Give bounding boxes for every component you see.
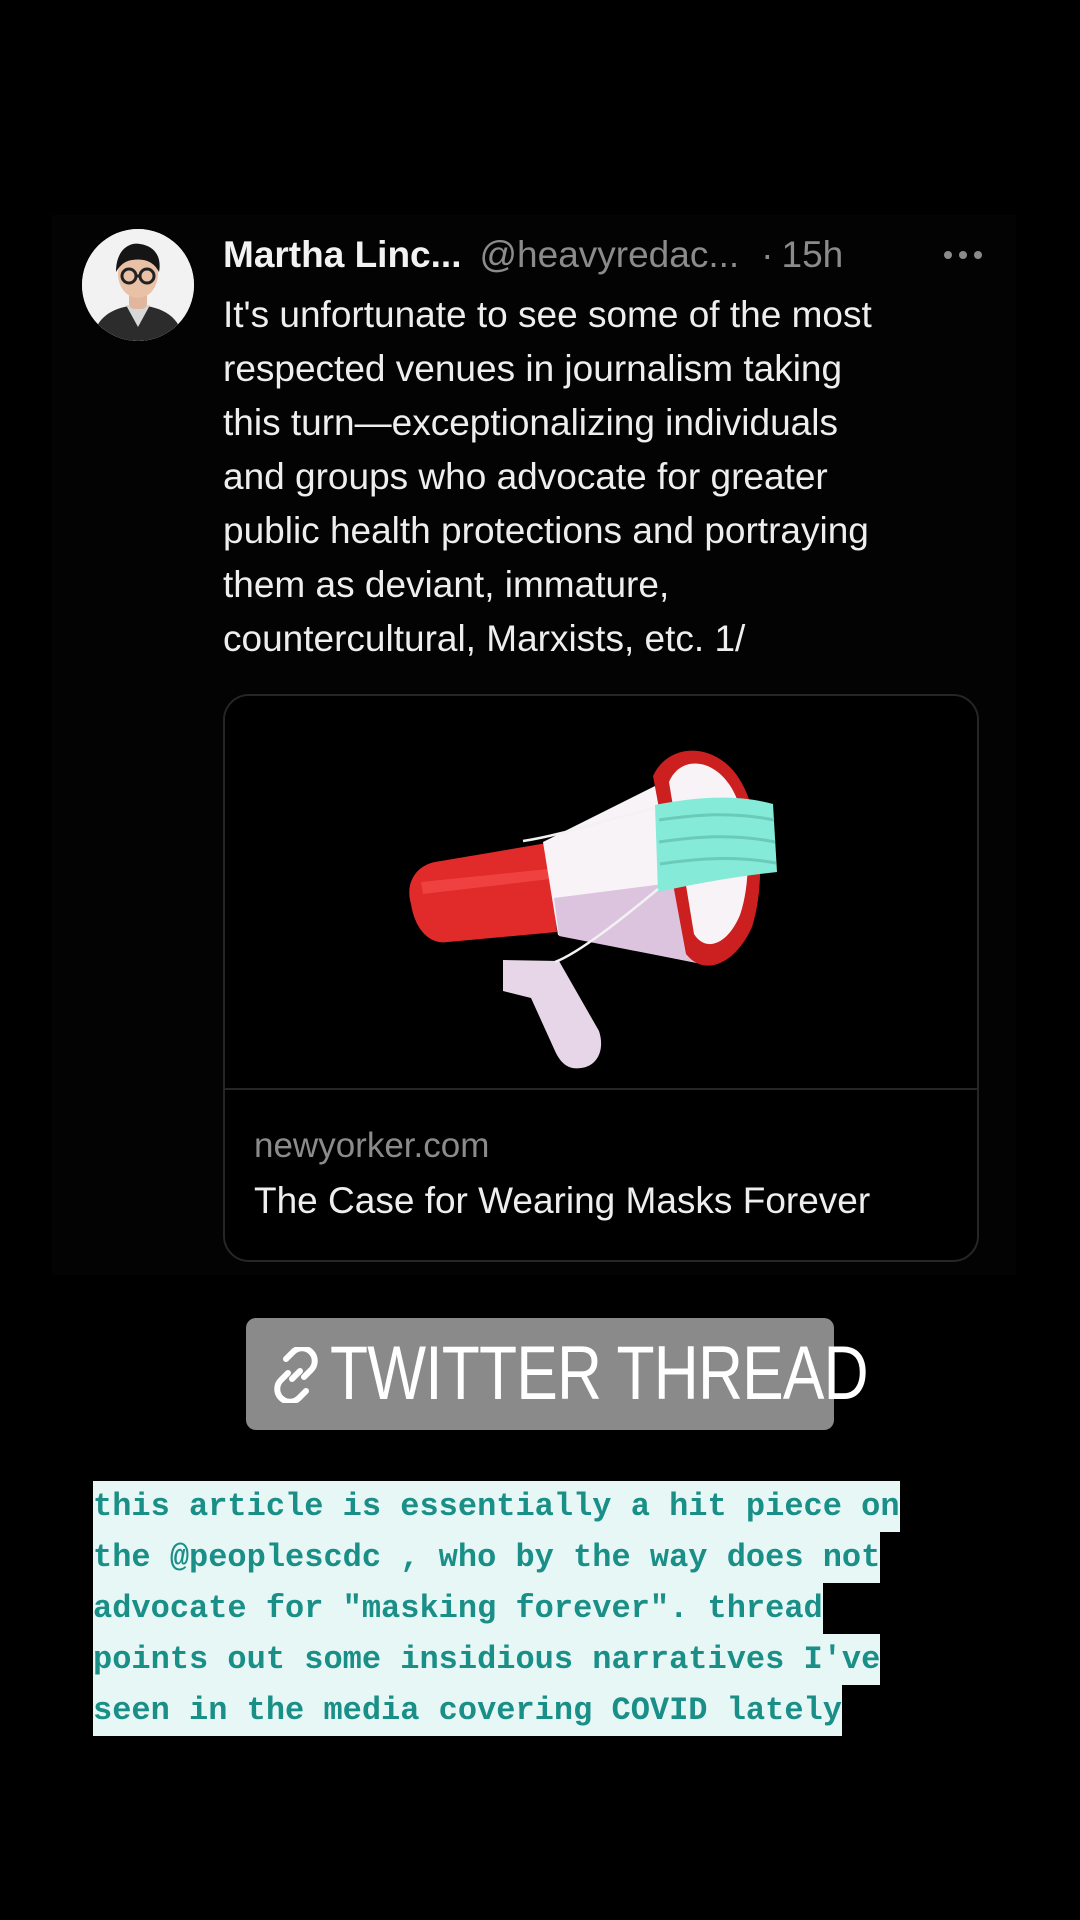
preview-divider bbox=[225, 1088, 977, 1090]
avatar-image bbox=[82, 229, 194, 341]
twitter-thread-label: TWITTER THREAD bbox=[330, 1331, 869, 1416]
author-handle[interactable]: @heavyredac... bbox=[479, 230, 739, 280]
timestamp[interactable]: 15h bbox=[782, 230, 844, 280]
caption-line: points out some insidious narratives I'v… bbox=[93, 1634, 881, 1685]
caption-line: advocate for "masking forever". thread bbox=[93, 1583, 823, 1634]
preview-image bbox=[225, 696, 977, 1088]
caption-line: the @peoplescdc , who by the way does no… bbox=[93, 1532, 881, 1583]
twitter-thread-link-sticker[interactable]: TWITTER THREAD bbox=[246, 1318, 869, 1430]
caption-text-block: this article is essentially a hit piece … bbox=[93, 1481, 1013, 1736]
preview-title: The Case for Wearing Masks Forever bbox=[254, 1180, 871, 1221]
link-preview-card[interactable]: newyorker.com The Case for Wearing Masks… bbox=[223, 694, 979, 1262]
tweet-header: Martha Linc... @heavyredac... · 15h bbox=[223, 230, 983, 280]
caption-line: this article is essentially a hit piece … bbox=[93, 1481, 900, 1532]
preview-domain: newyorker.com bbox=[254, 1126, 490, 1165]
caption-line: seen in the media covering COVID lately bbox=[93, 1685, 842, 1736]
separator-dot: · bbox=[761, 234, 774, 275]
link-icon bbox=[274, 1347, 318, 1403]
megaphone-mask-illustration bbox=[409, 750, 777, 1069]
author-avatar[interactable] bbox=[82, 229, 194, 341]
tweet-text: It's unfortunate to see some of the most… bbox=[223, 294, 872, 659]
more-options-button[interactable] bbox=[943, 230, 983, 280]
more-dots-icon bbox=[944, 251, 982, 259]
author-name[interactable]: Martha Linc... bbox=[223, 230, 461, 280]
